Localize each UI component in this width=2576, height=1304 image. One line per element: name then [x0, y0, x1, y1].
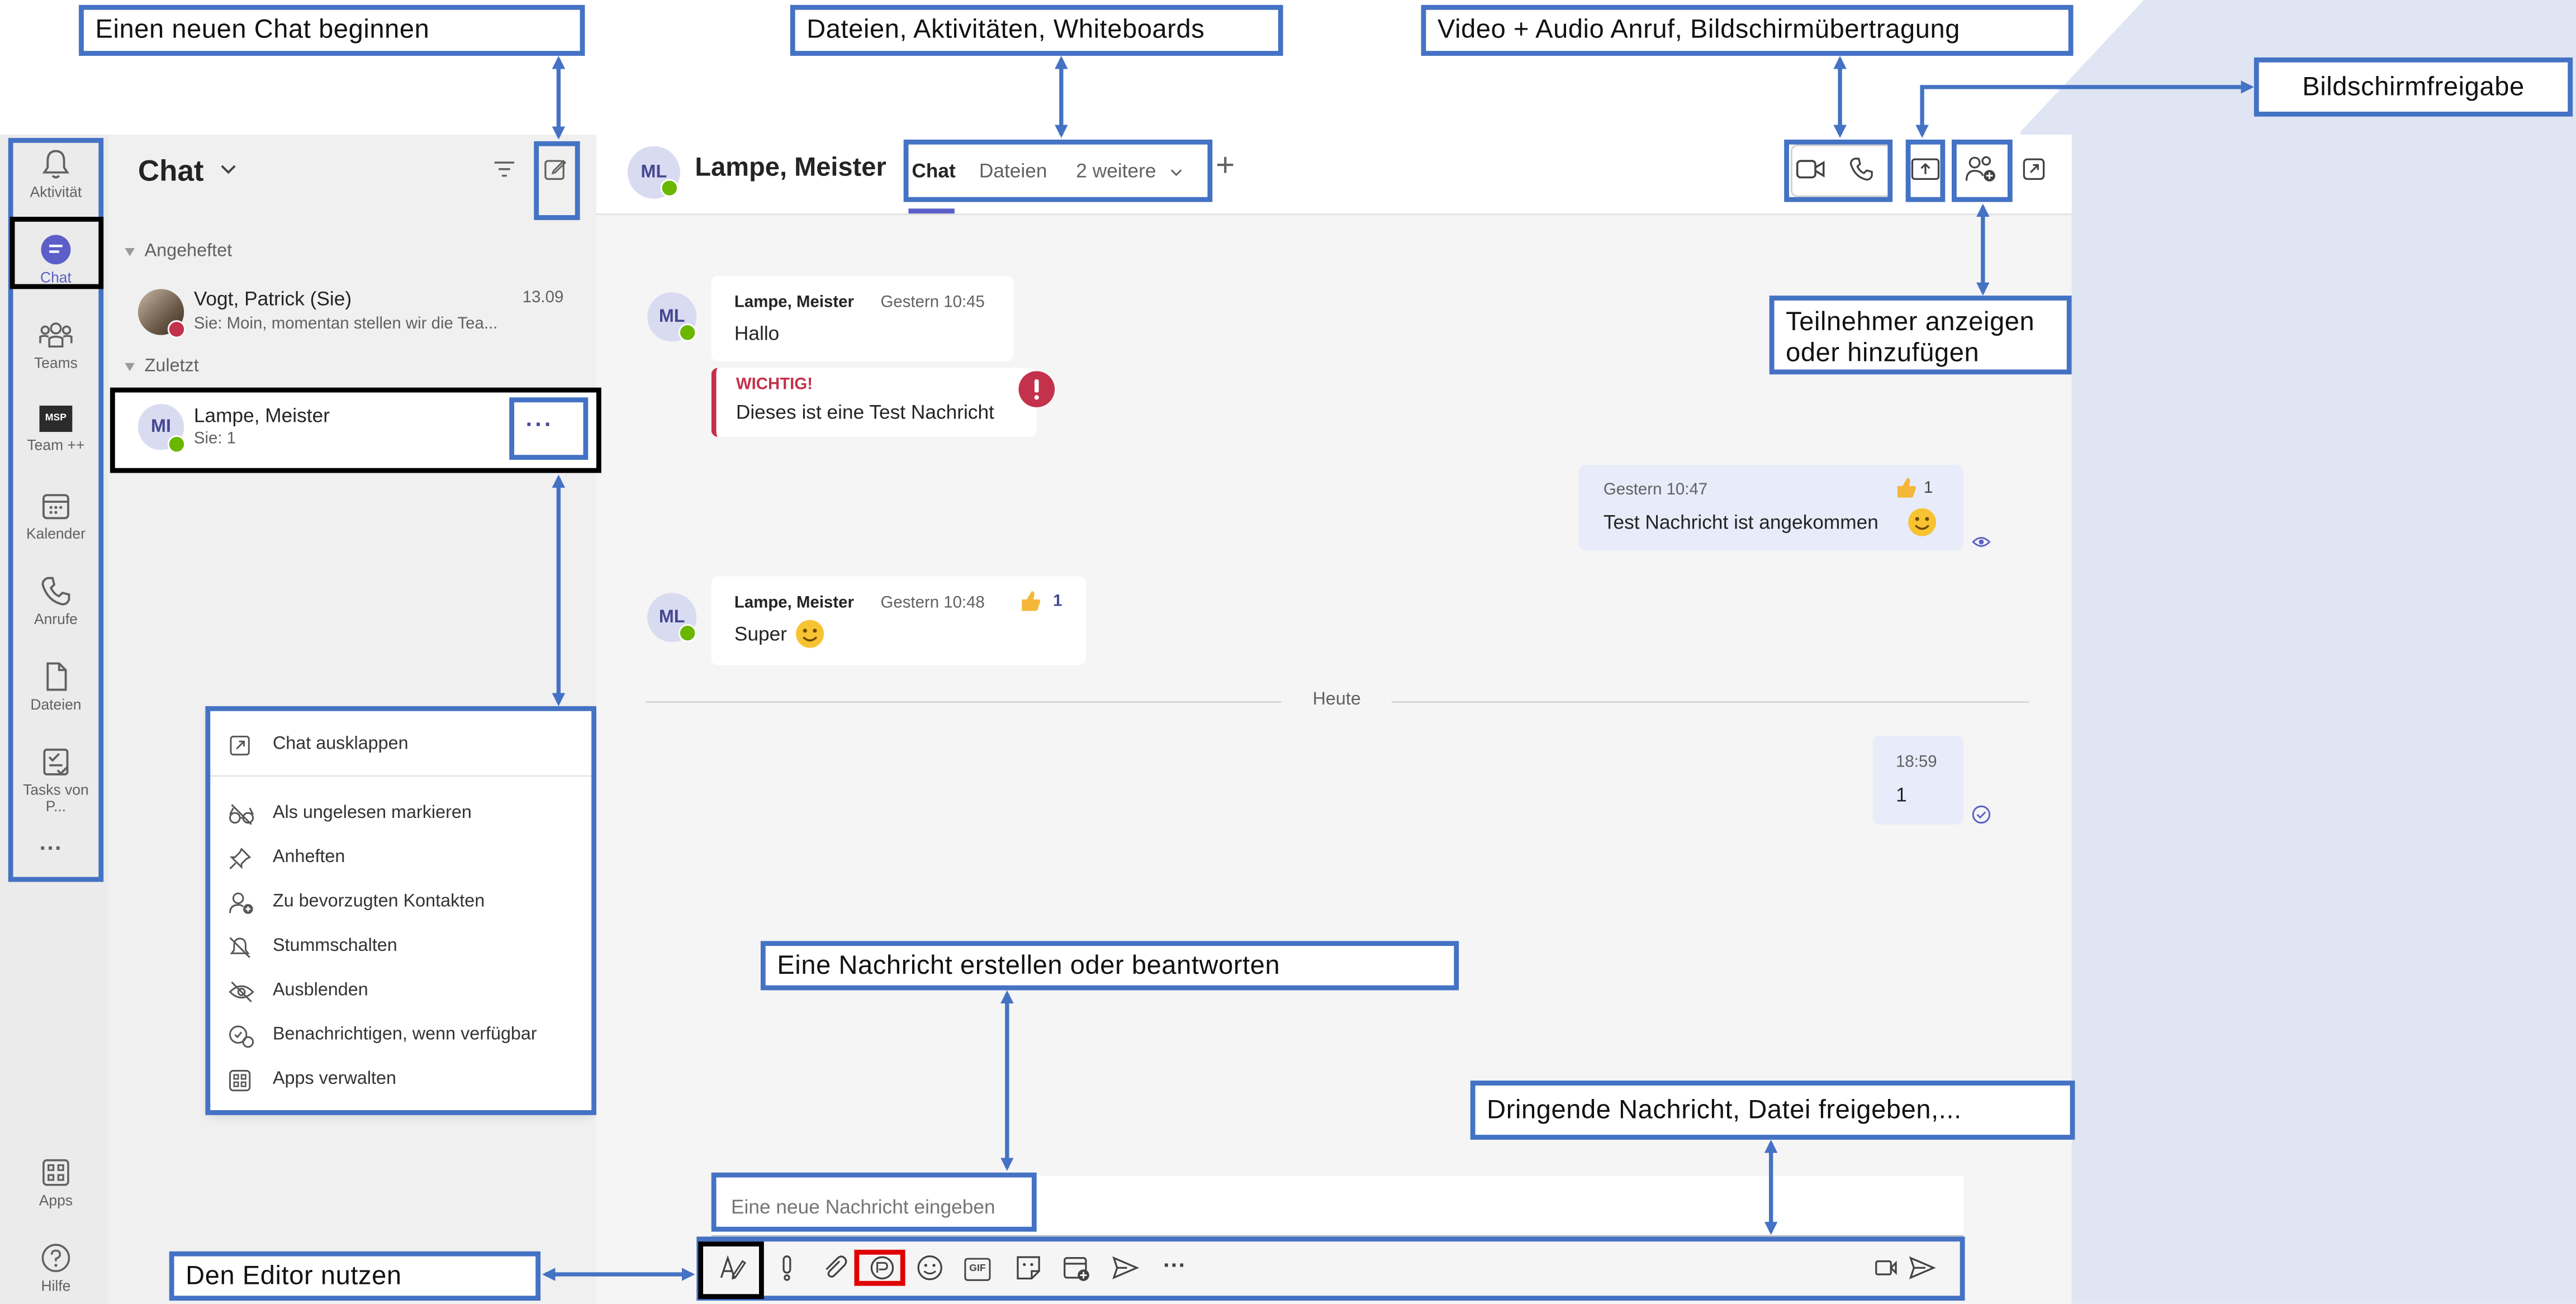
callout-participants: Teilnehmer anzeigen oder hinzufügen [1769, 296, 2072, 375]
callout-compose: Eine Nachricht erstellen oder beantworte… [760, 941, 1459, 991]
annotated-screenshot: Aktivität Chat Teams MSP Team ++ Kalende… [0, 0, 2576, 1304]
callout-calls: Video + Audio Anruf, Bildschirmübertragu… [1421, 4, 2074, 56]
callout-tabs: Dateien, Aktivitäten, Whiteboards [790, 4, 1283, 56]
callout-urgent: Dringende Nachricht, Datei freigeben,... [1470, 1081, 2075, 1140]
callout-new-chat: Einen neuen Chat beginnen [79, 4, 585, 56]
callout-participants-line1: Teilnehmer anzeigen [1786, 308, 2035, 337]
callout-editor: Den Editor nutzen [169, 1251, 541, 1301]
callout-participants-line2: oder hinzufügen [1786, 340, 1980, 368]
annotation-arrows [542, 55, 2254, 1281]
callout-screen-share: Bildschirmfreigabe [2254, 57, 2573, 117]
